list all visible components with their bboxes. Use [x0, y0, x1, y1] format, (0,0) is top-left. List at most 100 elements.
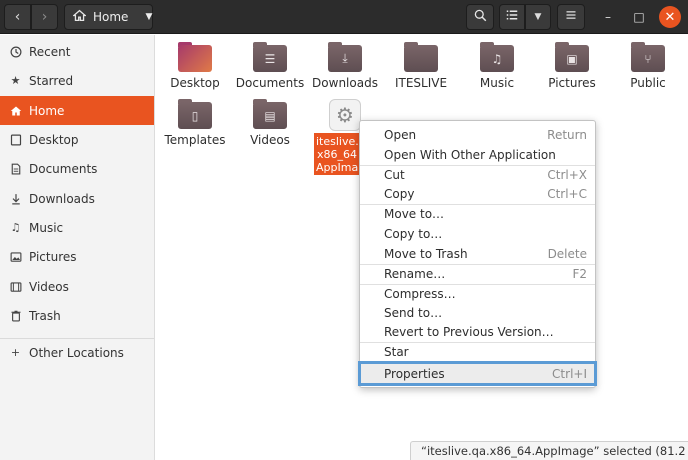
document-icon	[9, 162, 22, 175]
folder-templates[interactable]: ▯ Templates	[158, 99, 232, 147]
folder-videos[interactable]: ▤ Videos	[233, 99, 307, 147]
folder-public[interactable]: ⑂ Public	[611, 42, 685, 90]
menu-item-open-with[interactable]: Open With Other Application	[360, 145, 595, 165]
header-bar: ‹ › Home ▼ ▼ – □ ✕	[0, 0, 688, 34]
menu-item-label: Star	[384, 345, 409, 359]
sidebar-item-pictures[interactable]: Pictures	[0, 242, 154, 271]
menu-item-accelerator: Ctrl+C	[547, 187, 587, 201]
menu-item-accelerator: Delete	[547, 247, 587, 261]
folder-downloads[interactable]: ⤓ Downloads	[308, 42, 382, 90]
menu-item-star[interactable]: Star	[360, 342, 595, 362]
view-options-button[interactable]: ▼	[525, 4, 551, 30]
sidebar-item-downloads[interactable]: Downloads	[0, 184, 154, 213]
menu-item-accelerator: Ctrl+I	[552, 366, 587, 381]
file-label: Music	[479, 76, 515, 90]
gear-icon: ⚙	[329, 99, 361, 131]
menu-item-label: Rename…	[384, 267, 446, 281]
menu-item-properties[interactable]: Properties Ctrl+I	[358, 361, 597, 386]
menu-item-label: Compress…	[384, 287, 456, 301]
search-button[interactable]	[466, 4, 494, 30]
maximize-icon: □	[633, 10, 645, 24]
chevron-left-icon: ‹	[14, 9, 21, 25]
minimize-button[interactable]: –	[597, 6, 619, 28]
menu-item-label: Open With Other Application	[384, 148, 556, 162]
home-icon	[9, 104, 22, 117]
pictures-folder-icon: ▣	[555, 42, 589, 72]
sidebar-item-label: Starred	[29, 73, 74, 88]
video-icon	[9, 280, 22, 293]
sidebar-item-music[interactable]: ♫ Music	[0, 213, 154, 242]
sidebar-item-label: Videos	[29, 279, 69, 294]
menu-item-send-to[interactable]: Send to…	[360, 303, 595, 323]
sidebar-item-starred[interactable]: ★ Starred	[0, 66, 154, 95]
selected-file-label-line: AppIma	[316, 161, 359, 174]
file-label: ITESLIVE	[394, 76, 448, 90]
close-button[interactable]: ✕	[659, 6, 681, 28]
sidebar-item-trash[interactable]: Trash	[0, 301, 154, 330]
file-label: Pictures	[548, 76, 596, 90]
folder-iteslive[interactable]: ITESLIVE	[384, 42, 458, 90]
home-icon	[72, 9, 87, 25]
sidebar-item-home[interactable]: Home	[0, 96, 154, 125]
file-label: Documents	[235, 76, 305, 90]
folder-pictures[interactable]: ▣ Pictures	[535, 42, 609, 90]
menu-item-cut[interactable]: Cut Ctrl+X	[360, 165, 595, 185]
folder-music[interactable]: ♫ Music	[460, 42, 534, 90]
folder-desktop[interactable]: Desktop	[158, 42, 232, 90]
downloads-folder-icon: ⤓	[328, 42, 362, 72]
sidebar-item-label: Desktop	[29, 132, 79, 147]
sidebar-item-label: Home	[29, 103, 65, 118]
search-icon	[474, 9, 487, 26]
maximize-button[interactable]: □	[628, 6, 650, 28]
menu-item-accelerator: Ctrl+X	[547, 168, 587, 182]
menu-item-move-to[interactable]: Move to…	[360, 204, 595, 224]
menu-item-accelerator: F2	[572, 267, 587, 281]
main-menu-button[interactable]	[557, 4, 585, 30]
star-icon: ★	[10, 74, 21, 87]
chevron-down-icon: ▼	[145, 12, 153, 22]
menu-item-rename[interactable]: Rename… F2	[360, 264, 595, 284]
videos-folder-icon: ▤	[253, 99, 287, 129]
list-view-button[interactable]	[499, 4, 525, 30]
menu-item-accelerator: Return	[547, 128, 587, 142]
menu-item-move-to-trash[interactable]: Move to Trash Delete	[360, 244, 595, 264]
music-icon: ♫	[10, 221, 21, 234]
menu-item-label: Properties	[384, 366, 445, 381]
menu-item-compress[interactable]: Compress…	[360, 284, 595, 304]
forward-button[interactable]: ›	[31, 4, 58, 30]
path-bar-home[interactable]: Home ▼	[64, 4, 153, 30]
file-label: Public	[630, 76, 666, 90]
file-label: Templates	[164, 133, 226, 147]
clock-icon	[9, 45, 22, 58]
selection-status: “iteslive.qa.x86_64.AppImage” selected (…	[410, 441, 688, 460]
sidebar-item-label: Recent	[29, 44, 71, 59]
sidebar-item-recent[interactable]: Recent	[0, 37, 154, 66]
hamburger-menu-icon	[565, 9, 577, 25]
menu-item-label: Move to Trash	[384, 247, 468, 261]
menu-item-revert[interactable]: Revert to Previous Version…	[360, 322, 595, 342]
menu-item-copy[interactable]: Copy Ctrl+C	[360, 184, 595, 204]
sidebar-item-label: Music	[29, 220, 64, 235]
folder-icon	[404, 42, 438, 72]
plus-icon: +	[10, 346, 21, 359]
sidebar-item-label: Trash	[29, 308, 61, 323]
sidebar-item-other-locations[interactable]: + Other Locations	[0, 338, 154, 367]
folder-documents[interactable]: ☰ Documents	[233, 42, 307, 90]
path-label: Home	[93, 10, 129, 24]
menu-item-open[interactable]: Open Return	[360, 125, 595, 145]
menu-item-label: Send to…	[384, 306, 443, 320]
menu-item-copy-to[interactable]: Copy to…	[360, 224, 595, 244]
sidebar-item-videos[interactable]: Videos	[0, 272, 154, 301]
sidebar-item-desktop[interactable]: Desktop	[0, 125, 154, 154]
menu-item-label: Open	[384, 128, 417, 142]
public-folder-icon: ⑂	[631, 42, 665, 72]
menu-item-label: Revert to Previous Version…	[384, 325, 554, 339]
back-button[interactable]: ‹	[4, 4, 31, 30]
selected-file-label[interactable]: iteslive.q x86_64 AppIma	[314, 133, 360, 175]
sidebar-item-documents[interactable]: Documents	[0, 154, 154, 183]
sidebar-item-label: Downloads	[29, 191, 95, 206]
sidebar-item-label: Other Locations	[29, 345, 124, 360]
sidebar-item-label: Documents	[29, 161, 98, 176]
folder-icon	[178, 42, 212, 72]
sidebar: Recent ★ Starred Home Desktop Documents …	[0, 35, 155, 460]
